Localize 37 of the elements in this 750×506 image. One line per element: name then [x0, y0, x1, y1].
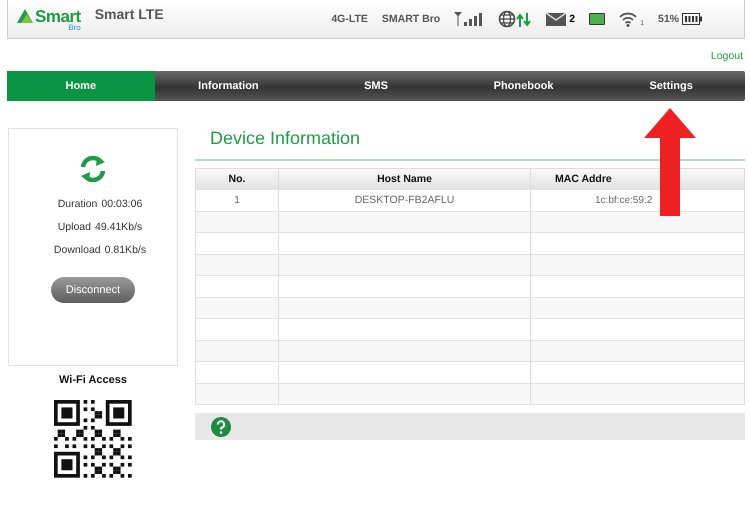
column-header: MAC Addre: [554, 172, 613, 187]
nav-tab[interactable]: SMS: [302, 71, 450, 101]
stat-value: 49.41Kb/s: [94, 221, 142, 233]
stat-label: Download: [54, 244, 101, 256]
logo-text: Smart: [35, 8, 81, 25]
table-cell: DESKTOP-FB2AFLU: [279, 190, 531, 210]
stat-label: Upload: [58, 221, 91, 233]
status-text: 4G-LTE: [331, 13, 368, 25]
leaf-icon: [16, 8, 34, 24]
help-icon: [211, 416, 231, 436]
wifi-icon: [619, 11, 638, 27]
stat-label: Duration: [58, 198, 98, 210]
stat-value: 00:03:06: [101, 198, 142, 210]
status-text: SMART Bro: [382, 13, 440, 25]
logo-subtext: Bro: [68, 24, 81, 32]
battery-percent: 51%: [658, 13, 679, 25]
stat-value: 0.81Kb/s: [104, 244, 146, 256]
table-cell-text: 1c:bf:ce:59:2: [594, 194, 654, 208]
wifi-access-title: Wi-Fi Access: [59, 374, 127, 386]
column-header: Host Name: [279, 169, 531, 189]
app-title: Smart LTE: [94, 6, 164, 22]
section-title: Device Information: [210, 128, 362, 150]
disconnect-button[interactable]: Disconnect: [51, 277, 135, 303]
nav-tab[interactable]: Information: [154, 71, 302, 101]
battery-icon: [682, 13, 702, 25]
nav-tab[interactable]: Settings: [597, 71, 745, 101]
signal-bars-icon: [454, 12, 484, 26]
envelope-icon: [546, 12, 566, 26]
nav-tab[interactable]: Home: [7, 71, 155, 101]
refresh-icon: [78, 154, 108, 184]
table-cell: 1: [196, 190, 279, 210]
sim-card-icon: [589, 13, 606, 25]
column-header: No.: [196, 169, 279, 189]
globe-arrows-icon: [498, 10, 532, 28]
nav-tab[interactable]: Phonebook: [450, 71, 598, 101]
message-count: 2: [569, 13, 576, 25]
logout-link[interactable]: Logout: [710, 50, 743, 62]
